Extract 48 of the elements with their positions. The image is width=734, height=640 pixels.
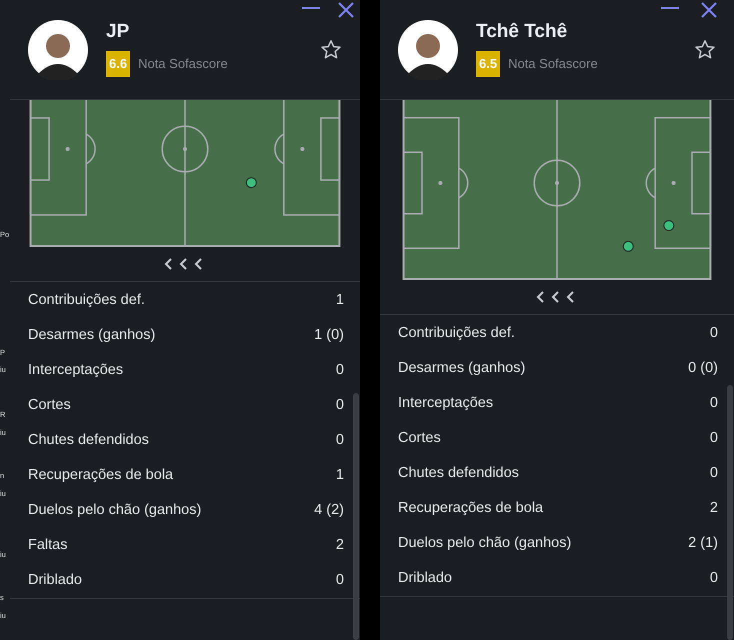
stat-value: 0 (336, 396, 344, 415)
stat-value: 0 (0) (688, 358, 718, 378)
stat-value: 2 (336, 536, 344, 555)
stat-label: Recuperações de bola (28, 466, 174, 485)
stat-value: 0 (336, 570, 344, 590)
stat-label: Interceptações (398, 394, 494, 413)
minimize-icon[interactable] (661, 6, 679, 10)
stat-label: Duelos pelo chão (ganhos) (398, 534, 572, 553)
stat-label: Desarmes (ganhos) (398, 358, 526, 378)
stat-label: Driblado (28, 570, 82, 590)
stat-value: 0 (710, 568, 718, 588)
stat-label: Recuperações de bola (398, 498, 544, 518)
close-icon[interactable] (701, 2, 717, 18)
stat-label: Desarmes (ganhos) (28, 326, 156, 345)
stat-label: Driblado (398, 568, 452, 588)
stat-value: 0 (710, 394, 718, 413)
stat-value: 1 (0) (314, 326, 344, 345)
stat-label: Contribuições def. (28, 290, 145, 310)
minimize-icon[interactable] (302, 6, 320, 10)
stat-label: Contribuições def. (398, 324, 515, 343)
rating-label: Nota Sofascore (508, 55, 598, 74)
rating-label: Nota Sofascore (138, 55, 228, 74)
player-name: Tchê Tchê (476, 22, 568, 43)
stat-label: Chutes defendidos (28, 430, 149, 450)
stat-value: 2 (710, 498, 718, 518)
rating-badge: 6.6 (106, 50, 130, 77)
stat-value: 0 (336, 360, 344, 380)
close-icon[interactable] (338, 2, 354, 18)
stat-label: Duelos pelo chão (ganhos) (28, 500, 202, 520)
stat-label: Chutes defendidos (398, 464, 519, 483)
rating-badge: 6.5 (476, 50, 500, 77)
stat-label: Interceptações (28, 360, 124, 380)
stat-value: 0 (710, 428, 718, 448)
avatar-icon (398, 20, 458, 80)
stat-label: Cortes (398, 428, 441, 448)
stat-value: 0 (710, 324, 718, 343)
stat-value: 0 (336, 430, 344, 450)
stat-value: 4 (2) (314, 500, 344, 520)
stat-value: 1 (336, 466, 344, 485)
player-name: JP (106, 22, 130, 43)
favorite-star-icon[interactable] (694, 38, 716, 60)
avatar-icon (28, 20, 88, 80)
favorite-star-icon[interactable] (320, 38, 342, 60)
stat-value: 0 (710, 464, 718, 483)
stat-label: Faltas (28, 536, 68, 555)
stat-value: 1 (336, 290, 344, 310)
stat-label: Cortes (28, 396, 71, 415)
stat-value: 2 (1) (688, 534, 718, 553)
